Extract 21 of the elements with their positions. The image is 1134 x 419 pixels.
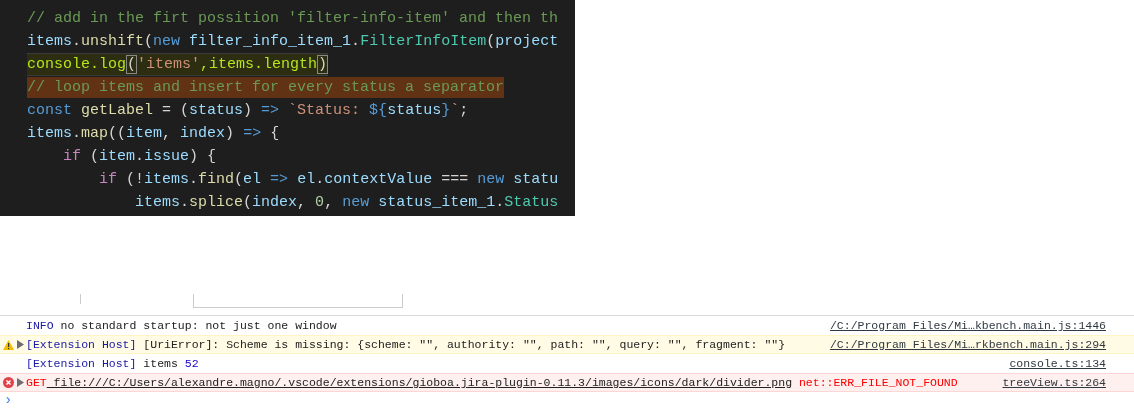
code-line: if (item.issue) {: [62, 147, 217, 167]
message-text: [Extension Host] [UriError]: Scheme is missing: {scheme: "", authority: "", path: "", query: "", fragment: ""}: [26, 336, 787, 353]
code-line: items.unshift(new filter_info_item_1.FilterInfoItem(project: [27, 32, 559, 52]
message-text: INFO no standard startup: not just one window: [26, 317, 338, 334]
code-line: items.map((item, index) => {: [27, 124, 280, 144]
message-text: [Extension Host] items 52: [26, 355, 200, 372]
source-link[interactable]: /C:/Program Files/Mi…rkbench.main.js:294: [829, 335, 1106, 354]
code-line: items.splice(index, 0, new status_item_1.Status: [134, 193, 559, 213]
code-line: const getLabel = (status) => `Status: ${status}`;: [27, 101, 469, 121]
code-line: if (!items.find(el => el.contextValue === new statu: [98, 170, 559, 190]
filter-field[interactable]: [193, 294, 403, 308]
console-prompt[interactable]: ›: [0, 392, 20, 409]
error-icon: [3, 377, 14, 388]
expand-triangle-icon[interactable]: [17, 340, 24, 349]
warning-icon: [3, 339, 14, 350]
message-text: GET file:///C:/Users/alexandre.magno/.vscode/extensions/gioboa.jira-plugin-0.11.3/images/icons/dark/divider.png net::ERR_FILE_NOT_FOUND: [26, 374, 959, 391]
source-link[interactable]: /C:/Program Files/Mi…kbench.main.js:1446: [829, 316, 1106, 335]
code-line: // add in the firt possition 'filter-info-item' and then th: [27, 9, 559, 29]
expand-triangle-icon[interactable]: [17, 378, 24, 387]
source-link[interactable]: treeView.ts:264: [1002, 373, 1106, 392]
source-link[interactable]: console.ts:134: [1009, 354, 1106, 373]
